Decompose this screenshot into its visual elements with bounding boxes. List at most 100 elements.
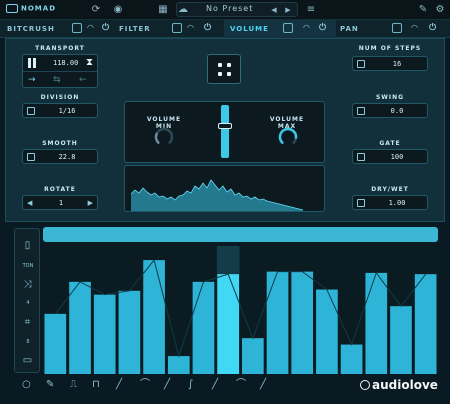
power-icon[interactable]: ⏻	[428, 23, 438, 33]
link-icon[interactable]	[283, 23, 293, 33]
headphones-icon[interactable]: ◠	[302, 23, 312, 33]
step-bar[interactable]	[291, 271, 314, 374]
step-bar[interactable]	[390, 306, 412, 374]
module-bar: BITCRUSH ◠ ⏻ FILTER ◠ ⏻ VOLUME ◠ ⏻ PAN ◠…	[0, 20, 450, 38]
watermark: audiolove	[360, 378, 438, 392]
step-bar[interactable]	[316, 289, 338, 374]
num-steps-field[interactable]: 16	[352, 56, 428, 71]
headphones-icon[interactable]: ◠	[186, 23, 196, 33]
transport-label: TRANSPORT	[35, 45, 85, 52]
line-shape-2-icon[interactable]: ╱	[212, 378, 218, 392]
step-bar[interactable]	[242, 338, 264, 374]
smooth-label: SMOOTH	[42, 140, 78, 147]
curve-shape-icon[interactable]: ∫	[188, 378, 193, 392]
division-field[interactable]: 1/16	[22, 103, 98, 118]
bpm-value[interactable]: 118.00	[53, 59, 78, 67]
preset-prev-icon[interactable]: ◀	[268, 4, 280, 16]
link-icon[interactable]	[72, 23, 82, 33]
division-label: DIVISION	[40, 94, 80, 101]
grid-icon[interactable]: ⌗	[21, 316, 34, 329]
waveform-graph	[130, 179, 304, 211]
dry-wet-toggle[interactable]	[357, 199, 365, 207]
step-bar[interactable]	[44, 313, 67, 374]
sequencer-tools: ▯ TON ⤨ 4 ⌗ 8 ▭	[14, 228, 40, 373]
box-icon[interactable]: ▭	[21, 354, 34, 367]
step-bar[interactable]	[217, 274, 239, 374]
gate-toggle[interactable]	[357, 153, 365, 161]
square-wave-icon[interactable]: ⊓	[92, 378, 100, 392]
step-bar[interactable]	[414, 274, 437, 374]
preset-name: No Preset	[206, 4, 254, 13]
volume-max-knob[interactable]	[277, 126, 299, 148]
step-bar[interactable]	[340, 344, 363, 374]
link-icon[interactable]	[392, 23, 402, 33]
gate-field[interactable]: 100	[352, 149, 428, 164]
tab-bitcrush[interactable]: BITCRUSH ◠ ⏻	[0, 20, 112, 38]
swing-label: SWING	[375, 94, 405, 101]
eye-icon[interactable]: ◉	[112, 4, 124, 16]
swing-field[interactable]: 0.0	[352, 103, 428, 118]
smooth-toggle[interactable]	[27, 153, 35, 161]
pencil-icon[interactable]: ✎	[46, 378, 54, 392]
power-icon[interactable]: ⏻	[101, 23, 111, 33]
step-bar[interactable]	[143, 260, 165, 374]
refresh-icon[interactable]: ⟳	[90, 4, 102, 16]
headphones-icon[interactable]: ◠	[86, 23, 96, 33]
step-bar[interactable]	[118, 290, 141, 374]
tool-label-4: 4	[26, 300, 30, 306]
sequencer-scrollbar[interactable]	[43, 227, 438, 242]
volume-range-slider[interactable]	[221, 105, 229, 158]
page-icon[interactable]: ▯	[21, 239, 34, 252]
step-sequencer[interactable]	[43, 246, 438, 374]
step-bars[interactable]	[43, 246, 438, 374]
link-icon[interactable]	[172, 23, 182, 33]
waveform-display	[124, 165, 325, 212]
ramp-curve-icon[interactable]: ⌒	[140, 378, 150, 392]
step-bar[interactable]	[266, 271, 289, 374]
loop-icon[interactable]: ⇆	[53, 73, 61, 87]
power-icon[interactable]: ⏻	[318, 23, 328, 33]
step-bar[interactable]	[69, 281, 91, 374]
rotate-field[interactable]: ◀ 1 ▶	[22, 195, 98, 210]
rotate-label: ROTATE	[44, 186, 76, 193]
step-shape-icon[interactable]: ⎍	[70, 378, 77, 392]
menu-icon[interactable]: ≡	[305, 4, 317, 16]
step-bar[interactable]	[192, 281, 215, 374]
step-bar[interactable]	[365, 272, 388, 374]
swing-toggle[interactable]	[357, 107, 365, 115]
preset-next-icon[interactable]: ▶	[282, 4, 294, 16]
tool-label-ton: TON	[22, 263, 34, 269]
volume-slider-handle[interactable]	[218, 123, 232, 129]
arrow-left-icon[interactable]: ←	[79, 73, 87, 87]
shuffle-icon[interactable]: ⤨	[21, 278, 34, 291]
gear-icon[interactable]: ⚙	[434, 4, 446, 16]
cloud-icon[interactable]: ☁	[177, 4, 189, 16]
power-icon[interactable]: ⏻	[203, 23, 213, 33]
volume-min-knob[interactable]	[153, 126, 175, 148]
division-toggle[interactable]	[27, 107, 35, 115]
tab-pan[interactable]: PAN ◠ ⏻	[336, 20, 450, 38]
smooth-field[interactable]: 22.8	[22, 149, 98, 164]
line-shape-3-icon[interactable]: ╱	[260, 378, 266, 392]
preset-menu-icon[interactable]: ▦	[157, 4, 169, 16]
pencil-icon[interactable]: ✎	[417, 4, 429, 16]
top-bar: NOMAD ⟳ ◉ ▦ ☁ ◀ ▶ No Preset ≡ ✎ ⚙	[0, 0, 450, 20]
num-steps-toggle[interactable]	[357, 60, 365, 68]
transport-box: 118.00 ⧗ → ⇆ ←	[22, 54, 98, 88]
curve-shape-2-icon[interactable]: ⌒	[236, 378, 246, 392]
ramp-up-icon[interactable]: ╱	[116, 378, 122, 392]
step-bar[interactable]	[167, 356, 190, 374]
line-shape-icon[interactable]: ╱	[164, 378, 170, 392]
tab-filter[interactable]: FILTER ◠ ⏻	[112, 20, 224, 38]
metronome-icon[interactable]: ⧗	[86, 57, 93, 69]
tool-label-8: 8	[26, 339, 30, 345]
pause-button[interactable]	[27, 58, 37, 68]
randomize-dice-button[interactable]	[207, 54, 241, 84]
step-bar[interactable]	[93, 294, 116, 374]
headphones-icon[interactable]: ◠	[410, 23, 420, 33]
rotate-right-icon[interactable]: ▶	[88, 199, 93, 207]
dry-wet-field[interactable]: 1.00	[352, 195, 428, 210]
circle-icon[interactable]: ○	[22, 378, 31, 392]
arrow-right-icon[interactable]: →	[28, 73, 36, 87]
tab-volume[interactable]: VOLUME ◠ ⏻	[224, 20, 336, 38]
